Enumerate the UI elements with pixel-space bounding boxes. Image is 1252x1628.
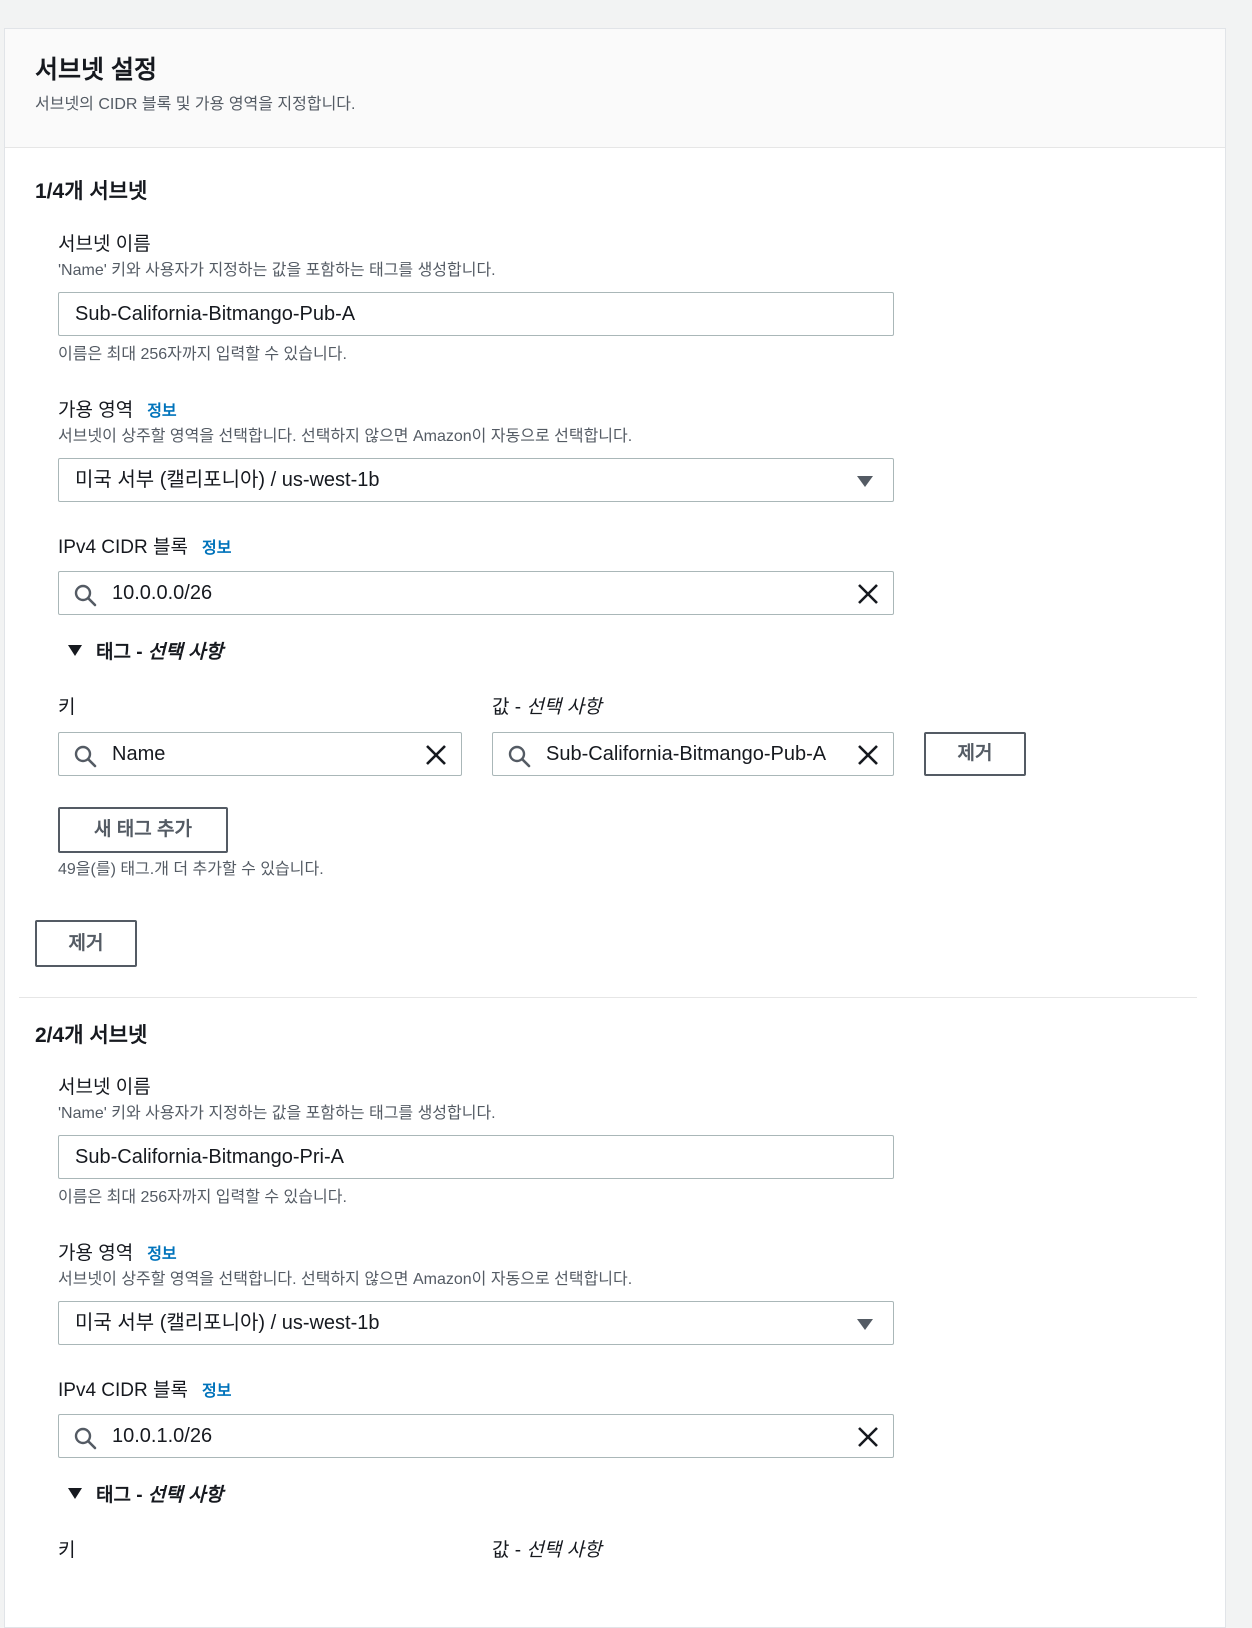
caret-down-icon [857,1319,873,1330]
subnet-2-name-label: 서브넷 이름 [58,1077,151,1098]
subnet-1-cidr-info-link[interactable]: 정보 [202,540,231,557]
subnet-2-cidr-label: IPv4 CIDR 블록 [58,1380,188,1401]
subnet-1-az-label-row: 가용 영역 정보 [58,399,177,424]
value-label-optional: 선택 사항 [526,697,602,718]
subnet-2-name-description: 'Name' 키와 사용자가 지정하는 값을 포함하는 태그를 생성합니다. [58,1105,496,1122]
subnet-1-name-description: 'Name' 키와 사용자가 지정하는 값을 포함하는 태그를 생성합니다. [58,262,496,279]
caret-down-icon [857,476,873,487]
remove-tag-button[interactable]: 제거 [924,732,1026,776]
subnet-2-name-hint: 이름은 최대 256자까지 입력할 수 있습니다. [58,1189,347,1206]
caret-down-icon [68,1488,82,1499]
subnet-1-az-select[interactable]: 미국 서부 (캘리포니아) / us-west-1b [58,458,894,502]
page-description: 서브넷의 CIDR 블록 및 가용 영역을 지정합니다. [35,96,356,113]
subnet-1-cidr-label: IPv4 CIDR 블록 [58,537,188,558]
subnet-1-name-label: 서브넷 이름 [58,234,151,255]
remove-subnet-button[interactable]: 제거 [35,920,137,967]
add-new-tag-button[interactable]: 새 태그 추가 [58,807,228,853]
subnet-2-cidr-input[interactable]: 10.0.1.0/26 [58,1414,894,1458]
search-icon [74,745,97,768]
subnet-2-az-select[interactable]: 미국 서부 (캘리포니아) / us-west-1b [58,1301,894,1345]
subnet-1-tag-value-value: Sub-California-Bitmango-Pub-A [546,743,827,765]
subnet-2-cidr-info-link[interactable]: 정보 [202,1383,231,1400]
page-title: 서브넷 설정 [35,56,157,84]
tags-toggle-label: 태그 - [96,642,148,663]
subnet-1-tags-toggle[interactable]: 태그 - 선택 사항 [68,641,223,665]
caret-down-icon [68,645,82,656]
subnet-2-az-info-link[interactable]: 정보 [147,1246,176,1263]
subnet-1-name-value: Sub-California-Bitmango-Pub-A [75,303,356,325]
subnet-1-tag-key-value: Name [112,743,166,765]
subnet-2-cidr-value: 10.0.1.0/26 [112,1425,213,1447]
clear-icon[interactable] [857,1426,879,1448]
subnet-1-name-hint: 이름은 최대 256자까지 입력할 수 있습니다. [58,346,347,363]
subnet-1-cidr-label-row: IPv4 CIDR 블록 정보 [58,536,231,561]
subnet-settings-panel: 서브넷 설정 서브넷의 CIDR 블록 및 가용 영역을 지정합니다. 1/4개… [4,28,1226,1628]
subnet-1-tag-key-input[interactable]: Name [58,732,462,776]
clear-icon[interactable] [857,583,879,605]
subnet-2-title: 2/4개 서브넷 [35,1024,148,1047]
panel-header: 서브넷 설정 서브넷의 CIDR 블록 및 가용 영역을 지정합니다. [5,29,1225,148]
subnet-1-name-input[interactable]: Sub-California-Bitmango-Pub-A [58,292,894,336]
search-icon [508,745,531,768]
subnet-1-title: 1/4개 서브넷 [35,180,148,203]
search-icon [74,1427,97,1450]
subnet-1-cidr-input[interactable]: 10.0.0.0/26 [58,571,894,615]
subnet-2-az-description: 서브넷이 상주할 영역을 선택합니다. 선택하지 않으면 Amazon이 자동으… [58,1271,633,1288]
value-label-optional: 선택 사항 [526,1540,602,1561]
tag-limit-hint: 49을(를) 태그.개 더 추가할 수 있습니다. [58,861,324,878]
value-label-text: 값 - [492,697,527,718]
subnet-2-name-value: Sub-California-Bitmango-Pri-A [75,1146,344,1168]
subnet-2-cidr-label-row: IPv4 CIDR 블록 정보 [58,1379,231,1404]
subnet-1-tag-value-input[interactable]: Sub-California-Bitmango-Pub-A [492,732,894,776]
subnet-1-az-value: 미국 서부 (캘리포니아) / us-west-1b [75,469,380,491]
tags-toggle-label: 태그 - [96,1485,148,1506]
subnet-2-az-label-row: 가용 영역 정보 [58,1242,177,1267]
subnet-2-key-label: 키 [58,1540,76,1561]
subnet-2-az-label: 가용 영역 [58,1243,134,1264]
clear-icon[interactable] [425,744,447,766]
subnet-1-az-description: 서브넷이 상주할 영역을 선택합니다. 선택하지 않으면 Amazon이 자동으… [58,428,633,445]
subnet-1-az-info-link[interactable]: 정보 [147,403,176,420]
subnet-2-value-label: 값 - 선택 사항 [492,1539,602,1563]
tags-toggle-optional: 선택 사항 [147,1485,224,1506]
subnet-2-az-value: 미국 서부 (캘리포니아) / us-west-1b [75,1312,380,1334]
search-icon [74,584,97,607]
subnet-1-az-label: 가용 영역 [58,400,134,421]
subnet-2-name-input[interactable]: Sub-California-Bitmango-Pri-A [58,1135,894,1179]
subnet-1-key-label: 키 [58,697,76,718]
clear-icon[interactable] [857,744,879,766]
subnet-1-value-label: 값 - 선택 사항 [492,696,602,720]
subnet-1-cidr-value: 10.0.0.0/26 [112,582,213,604]
subnet-2-tags-toggle[interactable]: 태그 - 선택 사항 [68,1484,223,1508]
tags-toggle-optional: 선택 사항 [147,642,224,663]
section-divider [19,997,1197,998]
value-label-text: 값 - [492,1540,527,1561]
